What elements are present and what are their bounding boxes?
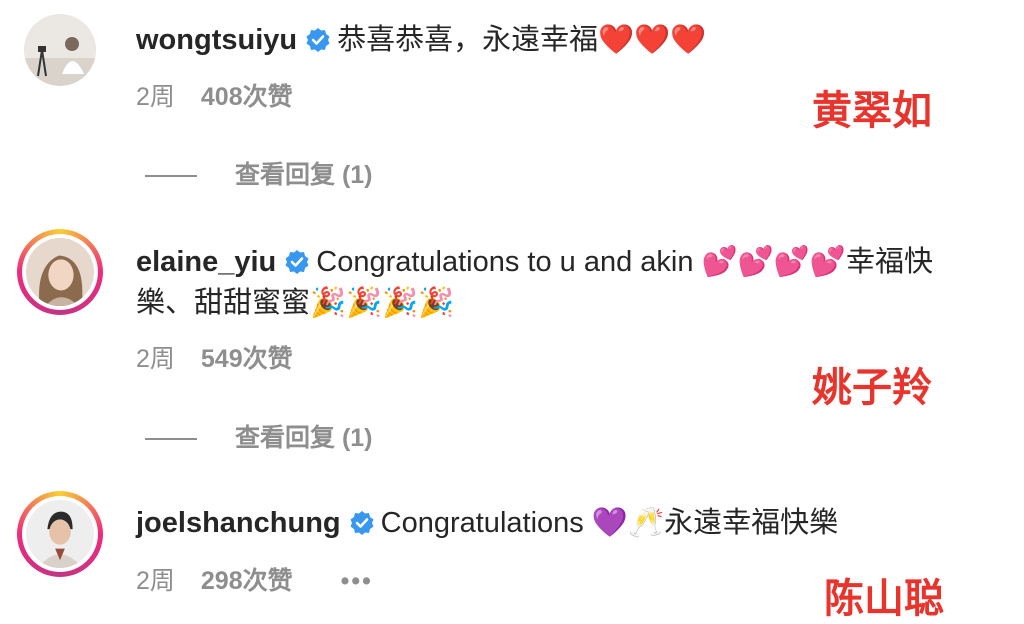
view-replies-button[interactable]: 查看回复 (1)	[145, 418, 373, 454]
view-replies-label: 查看回复 (1)	[235, 161, 373, 189]
timestamp[interactable]: 2周	[136, 83, 175, 111]
comment-text-wrap: 樂、甜甜蜜蜜	[136, 287, 311, 319]
comment-text: 恭喜恭喜，永遠幸福	[337, 24, 599, 56]
username[interactable]: wongtsuiyu	[136, 24, 297, 56]
replies-divider	[145, 175, 197, 178]
annotation-label: 陈山聪	[824, 577, 944, 621]
likes-count[interactable]: 549次赞	[201, 345, 293, 373]
comment-meta: 2周 408次赞	[136, 77, 293, 113]
avatar-inner	[22, 234, 98, 310]
avatar-image-icon	[26, 500, 94, 568]
likes-count[interactable]: 408次赞	[201, 83, 293, 111]
timestamp[interactable]: 2周	[136, 345, 175, 373]
comment-meta: 2周 298次赞 •••	[136, 561, 373, 597]
view-replies-button[interactable]: 查看回复 (1)	[145, 155, 373, 191]
annotation-label: 姚子羚	[812, 366, 932, 410]
verified-badge-icon	[349, 506, 375, 548]
comment-text-line: wongtsuiyu 恭喜恭喜，永遠幸福❤️❤️❤️	[136, 18, 706, 65]
replies-divider	[145, 438, 197, 441]
more-options-icon[interactable]: •••	[341, 567, 373, 595]
annotation-label: 黄翠如	[812, 89, 932, 133]
timestamp[interactable]: 2周	[136, 567, 175, 595]
comment-text: Congratulations to u and akin	[316, 246, 694, 278]
comment-text-line: elaine_yiu Congratulations to u and akin …	[136, 240, 933, 287]
avatar-image-icon	[24, 14, 96, 86]
verified-badge-icon	[305, 23, 331, 65]
avatar-image-icon	[26, 238, 94, 306]
avatar[interactable]	[24, 14, 96, 86]
username[interactable]: elaine_yiu	[136, 246, 276, 278]
likes-count[interactable]: 298次赞	[201, 567, 293, 595]
purple-heart-champagne-emojis: 💜🥂	[591, 505, 665, 539]
avatar[interactable]	[17, 229, 103, 315]
heart-emojis: ❤️❤️❤️	[598, 22, 707, 56]
avatar-inner	[22, 496, 98, 572]
view-replies-label: 查看回复 (1)	[235, 424, 373, 452]
avatar[interactable]	[17, 491, 103, 577]
pink-hearts-emojis: 💕💕💕💕	[701, 244, 847, 278]
username[interactable]: joelshanchung	[136, 507, 341, 539]
comment-text-continued: 幸福快	[846, 246, 934, 278]
party-popper-emojis: 🎉🎉🎉🎉	[310, 285, 455, 319]
comment-text-line-2: 樂、甜甜蜜蜜🎉🎉🎉🎉	[136, 281, 454, 324]
comment-meta: 2周 549次赞	[136, 339, 293, 375]
comment-text-line: joelshanchung Congratulations 💜🥂永遠幸福快樂	[136, 501, 838, 548]
comment-text-continued: 永遠幸福快樂	[664, 507, 839, 539]
comment-text: Congratulations	[380, 507, 584, 539]
